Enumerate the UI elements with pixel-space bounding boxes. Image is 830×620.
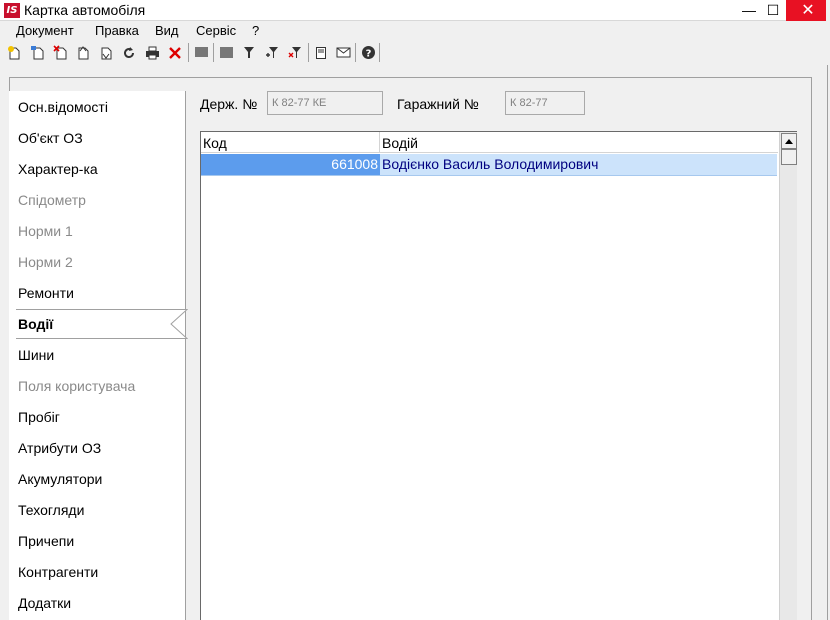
sidebar-item-user-fields[interactable]: Поля користувача bbox=[18, 372, 186, 400]
filter-add-icon[interactable] bbox=[262, 43, 282, 62]
drivers-table: Код Водій 661008 Водієнко Василь Володим… bbox=[200, 131, 797, 620]
sidebar-item-mileage[interactable]: Пробіг bbox=[18, 403, 186, 431]
app-logo-icon: IS bbox=[4, 3, 20, 18]
column-header-driver[interactable]: Водій bbox=[380, 132, 778, 153]
toolbar-separator bbox=[213, 43, 214, 62]
menu-bar: Документ Правка Вид Сервіс ? bbox=[0, 21, 830, 40]
delete-icon[interactable] bbox=[165, 43, 185, 62]
sidebar-item-attachments[interactable]: Додатки bbox=[18, 589, 186, 617]
copy-doc-icon[interactable] bbox=[27, 43, 47, 62]
sidebar-item-fixed-asset[interactable]: Об'єкт ОЗ bbox=[18, 124, 186, 152]
sidebar-item-batteries[interactable]: Акумулятори bbox=[18, 465, 186, 493]
table-header: Код Водій bbox=[201, 132, 778, 153]
close-button[interactable]: ✕ bbox=[786, 0, 830, 21]
sidebar-item-drivers-label: Водії bbox=[18, 316, 54, 332]
sidebar-item-tires[interactable]: Шини bbox=[18, 341, 186, 369]
svg-text:?: ? bbox=[365, 49, 371, 60]
maximize-button[interactable]: ☐ bbox=[762, 0, 784, 21]
column-header-code[interactable]: Код bbox=[201, 132, 380, 153]
sidebar-item-asset-attributes[interactable]: Атрибути ОЗ bbox=[18, 434, 186, 462]
doc-down-icon[interactable] bbox=[96, 43, 116, 62]
toolbar-separator bbox=[379, 43, 380, 62]
help-icon[interactable]: ? bbox=[358, 43, 378, 62]
filter-remove-icon[interactable] bbox=[285, 43, 305, 62]
filter-icon[interactable] bbox=[239, 43, 259, 62]
arrow-up-icon bbox=[785, 138, 793, 144]
garage-number-field[interactable]: К 82-77 bbox=[505, 91, 585, 115]
new-doc-icon[interactable] bbox=[4, 43, 24, 62]
document-icon[interactable] bbox=[311, 43, 331, 62]
sidebar-item-norms-2[interactable]: Норми 2 bbox=[18, 248, 186, 276]
sidebar-item-drivers[interactable]: Водії bbox=[16, 309, 188, 339]
table-row[interactable]: 661008 Водієнко Василь Володимирович bbox=[201, 154, 777, 176]
scroll-up-button[interactable] bbox=[781, 133, 797, 149]
sidebar-item-main-info[interactable]: Осн.відомості bbox=[18, 93, 186, 121]
menu-service[interactable]: Сервіс bbox=[196, 23, 236, 39]
garage-number-label: Гаражний № bbox=[397, 96, 479, 112]
sidebar-item-characteristics[interactable]: Характер-ка bbox=[18, 155, 186, 183]
view-gray-icon[interactable] bbox=[191, 43, 211, 62]
cell-driver[interactable]: Водієнко Василь Володимирович bbox=[382, 154, 598, 175]
title-bar: IS Картка автомобіля — ☐ ✕ bbox=[0, 0, 830, 21]
toolbar: ? bbox=[0, 40, 830, 65]
state-number-field[interactable]: К 82-77 КЕ bbox=[267, 91, 383, 115]
state-number-label: Держ. № bbox=[200, 96, 258, 112]
toolbar-separator bbox=[308, 43, 309, 62]
sidebar-item-inspections[interactable]: Техогляди bbox=[18, 496, 186, 524]
sidebar-item-norms-1[interactable]: Норми 1 bbox=[18, 217, 186, 245]
cell-code[interactable]: 661008 bbox=[201, 154, 380, 175]
view-gray2-icon[interactable] bbox=[216, 43, 236, 62]
sidebar: Осн.відомості Об'єкт ОЗ Характер-ка Спід… bbox=[9, 91, 186, 620]
mail-icon[interactable] bbox=[333, 43, 353, 62]
doc-up-icon[interactable] bbox=[73, 43, 93, 62]
toolbar-separator bbox=[188, 43, 189, 62]
menu-edit[interactable]: Правка bbox=[95, 23, 139, 39]
scroll-thumb[interactable] bbox=[781, 149, 797, 165]
minimize-button[interactable]: — bbox=[738, 0, 760, 21]
window-title: Картка автомобіля bbox=[24, 2, 146, 18]
window-edge bbox=[826, 0, 830, 620]
sidebar-item-trailers[interactable]: Причепи bbox=[18, 527, 186, 555]
sidebar-item-repairs[interactable]: Ремонти bbox=[18, 279, 186, 307]
menu-document[interactable]: Документ bbox=[16, 23, 74, 39]
menu-view[interactable]: Вид bbox=[155, 23, 179, 39]
vertical-scrollbar[interactable] bbox=[779, 132, 797, 620]
print-icon[interactable] bbox=[142, 43, 162, 62]
refresh-icon[interactable] bbox=[119, 43, 139, 62]
toolbar-separator bbox=[355, 43, 356, 62]
sidebar-item-speedometer[interactable]: Спідометр bbox=[18, 186, 186, 214]
sidebar-item-counterparties[interactable]: Контрагенти bbox=[18, 558, 186, 586]
delete-doc-icon[interactable] bbox=[50, 43, 70, 62]
menu-help[interactable]: ? bbox=[252, 23, 259, 39]
